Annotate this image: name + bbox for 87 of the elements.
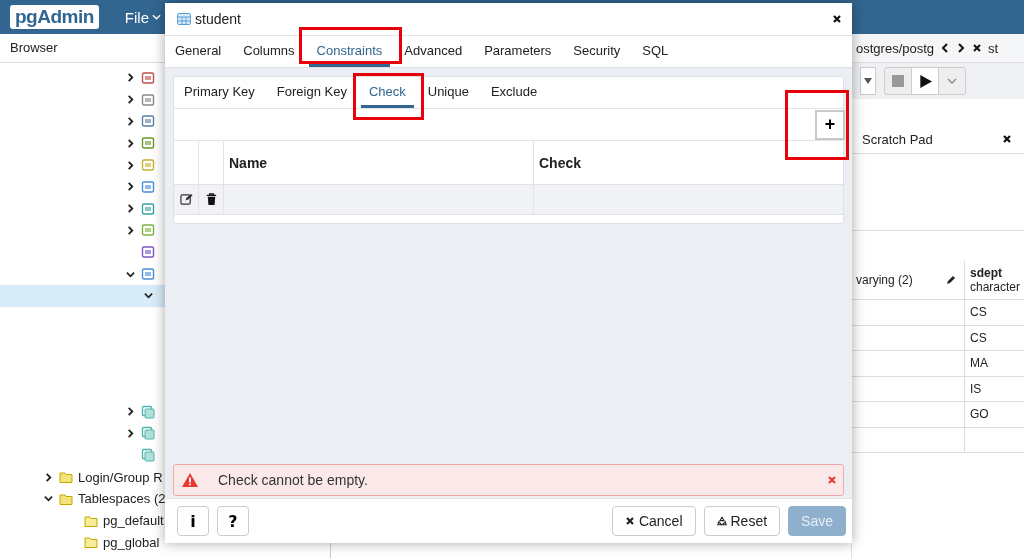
add-button[interactable]: + [815, 109, 845, 140]
recycle-icon [716, 516, 727, 526]
menu-item[interactable]: File [124, 8, 161, 26]
table-cell-text: CS [970, 330, 988, 345]
column-header: Name [224, 141, 534, 184]
folder-icon [84, 513, 98, 528]
folder-icon [59, 470, 73, 485]
close-icon[interactable] [832, 14, 842, 24]
edit-icon[interactable] [179, 193, 193, 206]
chevron-icon[interactable] [126, 182, 135, 192]
caret-icon [864, 78, 872, 84]
panel-title: Scratch Pad [862, 131, 933, 147]
tab[interactable]: Parameters [476, 36, 560, 67]
next-icon[interactable] [956, 43, 967, 53]
folder-icon [59, 491, 73, 506]
dropdown-button[interactable] [860, 67, 876, 95]
tab[interactable]: Primary Key [176, 77, 263, 108]
tab[interactable]: Unique [419, 77, 477, 108]
app-logo: pgAdmin [10, 5, 99, 29]
chevron-icon[interactable] [126, 428, 135, 438]
column-header[interactable]: varying (2) [852, 261, 964, 299]
column-type: varying (2) [856, 273, 913, 287]
tree-node-icon [141, 404, 155, 419]
tab[interactable]: Check [360, 77, 414, 108]
alert-message: Check cannot be empty. [218, 472, 369, 488]
chevron-icon[interactable] [126, 73, 135, 83]
table-icon [177, 13, 191, 25]
stop-icon [892, 75, 904, 87]
help-button[interactable]: i [177, 506, 209, 536]
chevron-icon[interactable] [44, 494, 53, 504]
tree-node-icon [141, 179, 155, 194]
tree-node-icon [141, 114, 155, 129]
tree-node-icon [141, 158, 155, 173]
tree-node-icon [141, 426, 155, 441]
chevron-icon[interactable] [126, 117, 135, 126]
close-icon [624, 516, 635, 526]
pencil-icon [946, 275, 956, 285]
trash-icon[interactable] [204, 193, 218, 206]
table-cell-text: CS [970, 305, 988, 320]
chevron-icon[interactable] [126, 160, 135, 170]
tab[interactable]: Advanced [396, 36, 471, 67]
close-icon[interactable] [1002, 134, 1012, 144]
dialog-title: student [195, 11, 242, 27]
column-type: character [970, 280, 1022, 294]
tab-title[interactable]: st [988, 40, 999, 56]
reset-button[interactable]: Reset [703, 506, 781, 536]
table-cell-text: IS [970, 381, 983, 396]
chevron-icon[interactable] [144, 291, 153, 301]
caret-icon [947, 78, 957, 84]
previous-icon[interactable] [940, 43, 951, 53]
chevron-icon[interactable] [44, 472, 53, 482]
tree-label[interactable]: pg_global [103, 534, 160, 550]
run-button[interactable] [911, 68, 939, 94]
chevron-icon[interactable] [126, 95, 135, 105]
tab[interactable]: Security [565, 36, 629, 67]
cancel-button[interactable]: Cancel [611, 506, 696, 536]
caret-icon [152, 14, 161, 20]
warning-icon [182, 473, 198, 487]
chevron-icon[interactable] [126, 225, 135, 235]
folder-icon [84, 535, 98, 550]
tree-node-icon [141, 201, 155, 216]
tree-label[interactable]: pg_default [103, 513, 164, 529]
tab[interactable]: Exclude [482, 77, 546, 108]
tree-node-icon [141, 448, 155, 463]
tab[interactable]: Foreign Key [268, 77, 355, 108]
close-icon[interactable] [972, 43, 983, 53]
breadcrumb: ostgres/postg [856, 40, 935, 56]
play-icon [918, 74, 932, 88]
chevron-icon[interactable] [126, 138, 135, 148]
chevron-icon[interactable] [126, 204, 135, 214]
table-cell-text: MA [970, 356, 989, 371]
tree-label[interactable]: Tablespaces (2 [78, 491, 166, 507]
chevron-icon[interactable] [126, 407, 135, 417]
tree-node-icon [141, 70, 155, 85]
tree-node-icon [141, 136, 155, 151]
tree-node-icon [141, 267, 155, 282]
table-cell-text: GO [970, 407, 990, 422]
tree-node-icon [141, 245, 155, 260]
tree-node-icon [141, 92, 155, 107]
column-name: sdept [970, 266, 1003, 280]
column-header[interactable]: sdept character [964, 261, 1024, 299]
column-header: Check [538, 153, 583, 173]
chevron-icon[interactable] [126, 269, 135, 279]
help-button[interactable]: ? [217, 506, 249, 536]
tab[interactable]: SQL [634, 36, 677, 67]
tree-node-icon [141, 223, 155, 238]
tree-label[interactable]: Login/Group R [78, 469, 163, 485]
